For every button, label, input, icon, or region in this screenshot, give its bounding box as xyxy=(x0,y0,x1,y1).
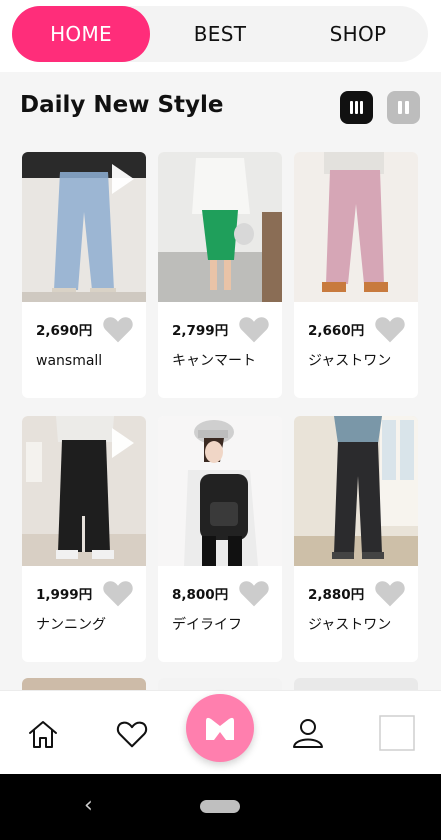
product-card[interactable]: 2,880円 ジャストワン xyxy=(294,416,418,662)
tab-group: HOME BEST SHOP xyxy=(12,6,428,62)
tab-home[interactable]: HOME xyxy=(12,6,150,62)
product-name: キャンマート xyxy=(172,353,256,369)
square-icon[interactable] xyxy=(379,715,415,751)
profile-icon[interactable] xyxy=(291,717,325,749)
product-price: 8,800円 xyxy=(172,587,229,603)
product-price: 2,660円 xyxy=(308,323,365,339)
favorite-heart-icon[interactable] xyxy=(102,578,134,608)
product-photo xyxy=(294,416,418,566)
top-tab-bar: HOME BEST SHOP xyxy=(0,0,441,72)
favorite-heart-icon[interactable] xyxy=(374,578,406,608)
tab-best[interactable]: BEST xyxy=(160,6,280,62)
home-icon[interactable] xyxy=(27,719,59,749)
system-home-pill[interactable] xyxy=(200,800,240,813)
product-card[interactable]: 2,690円 wansmall xyxy=(22,152,146,398)
product-card[interactable]: 2,799円 キャンマート xyxy=(158,152,282,398)
product-price: 2,690円 xyxy=(36,323,93,339)
product-card[interactable]: 8,800円 デイライフ xyxy=(158,416,282,662)
product-name: デイライフ xyxy=(172,617,242,633)
product-name: wansmall xyxy=(36,353,103,369)
video-indicator-icon xyxy=(112,428,134,458)
heart-icon[interactable] xyxy=(115,719,149,749)
product-name: ナンニング xyxy=(36,617,106,633)
favorite-heart-icon[interactable] xyxy=(238,314,270,344)
product-photo xyxy=(294,152,418,302)
video-indicator-icon xyxy=(112,164,134,194)
grid-3-view-button[interactable] xyxy=(340,91,373,124)
product-price: 2,799円 xyxy=(172,323,229,339)
product-price: 1,999円 xyxy=(36,587,93,603)
section-title: Daily New Style xyxy=(20,92,224,118)
favorite-heart-icon[interactable] xyxy=(238,578,270,608)
product-price: 2,880円 xyxy=(308,587,365,603)
brand-logo xyxy=(206,717,234,740)
product-card[interactable]: 2,660円 ジャストワン xyxy=(294,152,418,398)
product-photo xyxy=(158,416,282,566)
tab-shop[interactable]: SHOP xyxy=(298,6,418,62)
favorite-heart-icon[interactable] xyxy=(374,314,406,344)
brand-logo-button[interactable] xyxy=(186,694,254,762)
system-back-icon[interactable]: ‹ xyxy=(84,793,93,818)
product-name: ジャストワン xyxy=(308,617,392,633)
product-name: ジャストワン xyxy=(308,353,392,369)
favorite-heart-icon[interactable] xyxy=(102,314,134,344)
grid-2-view-button[interactable] xyxy=(387,91,420,124)
product-photo xyxy=(158,152,282,302)
product-card[interactable]: 1,999円 ナンニング xyxy=(22,416,146,662)
